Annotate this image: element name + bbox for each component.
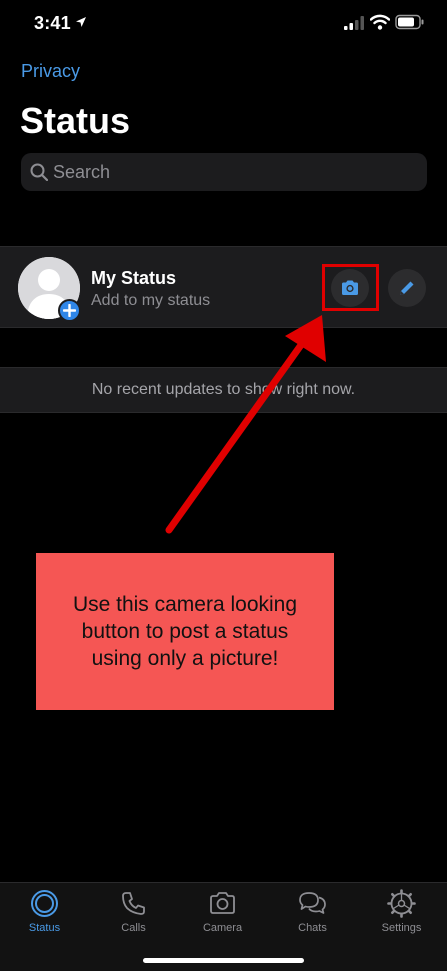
tab-camera[interactable]: Camera — [178, 883, 267, 943]
gear-icon — [387, 889, 416, 918]
annotation-highlight-box — [322, 264, 379, 311]
annotation-arrow — [165, 315, 326, 534]
my-status-name: My Status — [91, 268, 177, 288]
location-arrow-icon — [76, 17, 86, 27]
chat-bubbles-icon — [299, 892, 326, 914]
no-updates-message: No recent updates to show right now. — [0, 367, 447, 413]
my-status-subtitle: Add to my status — [91, 292, 211, 309]
annotation-callout: Use this camera looking button to post a… — [36, 553, 334, 710]
tab-chats[interactable]: Chats — [268, 883, 357, 943]
tab-label: Calls — [121, 922, 146, 934]
phone-icon — [122, 892, 145, 915]
tab-calls[interactable]: Calls — [89, 883, 178, 943]
text-status-button[interactable] — [388, 269, 426, 307]
tab-status[interactable]: Status — [0, 883, 89, 943]
battery-icon — [395, 14, 424, 30]
wifi-icon — [370, 14, 390, 30]
search-bar[interactable] — [21, 153, 427, 191]
tab-label: Settings — [381, 922, 422, 934]
camera-icon — [210, 892, 235, 914]
tab-label: Status — [28, 922, 61, 934]
ios-status-bar: 3:41 — [0, 0, 447, 48]
search-input[interactable] — [53, 153, 413, 191]
page-title: Status — [20, 100, 131, 141]
pencil-icon — [400, 281, 414, 295]
search-icon — [30, 163, 48, 181]
home-indicator[interactable] — [143, 958, 304, 963]
signal-icon — [344, 16, 364, 30]
clock-time: 3:41 — [34, 13, 71, 33]
status-ring-icon — [31, 890, 58, 917]
privacy-link[interactable]: Privacy — [21, 61, 80, 82]
add-status-badge[interactable] — [58, 299, 81, 322]
annotation-text: Use this camera looking button to post a… — [72, 593, 298, 670]
tab-settings[interactable]: Settings — [357, 883, 446, 943]
tab-label: Camera — [202, 922, 243, 934]
my-status-row[interactable]: My Status Add to my status — [0, 246, 447, 328]
tab-label: Chats — [298, 922, 327, 934]
plus-icon — [63, 304, 76, 317]
